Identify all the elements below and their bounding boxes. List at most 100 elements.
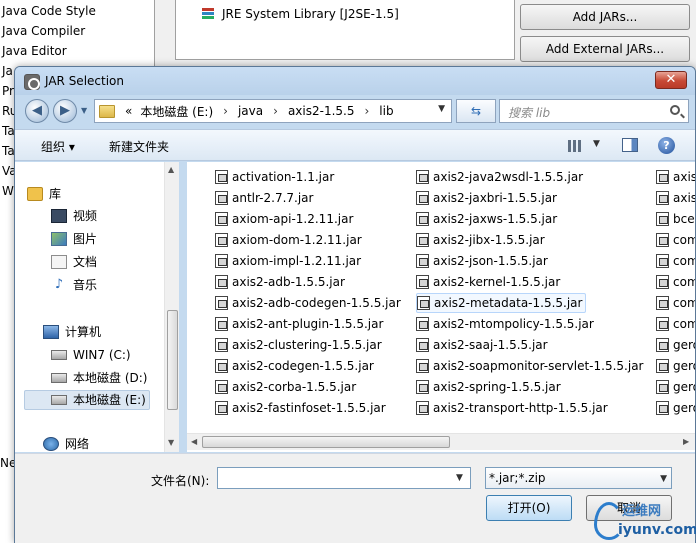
- preferences-tree-item[interactable]: Ta: [2, 122, 15, 140]
- close-button[interactable]: ✕: [655, 71, 687, 89]
- file-item[interactable]: axis2-corba-1.5.5.jar: [215, 377, 356, 397]
- nav-item-pictures[interactable]: 图片: [51, 229, 97, 249]
- preferences-tree-item[interactable]: Java Compiler: [2, 22, 85, 40]
- preferences-tree-item[interactable]: Ja: [2, 62, 13, 80]
- file-item[interactable]: axis2-jaxws-1.5.5.jar: [416, 209, 557, 229]
- file-item[interactable]: axis2-fastinfoset-1.5.5.jar: [215, 398, 386, 418]
- search-box[interactable]: 搜索 lib: [499, 99, 689, 123]
- history-dropdown-icon[interactable]: ▼: [81, 106, 91, 116]
- file-name: axis2-fastinfoset-1.5.5.jar: [232, 401, 386, 415]
- search-icon[interactable]: [670, 105, 680, 115]
- file-item[interactable]: axiom-dom-1.2.11.jar: [215, 230, 362, 250]
- file-item[interactable]: activation-1.1.jar: [215, 167, 334, 187]
- nav-item-network[interactable]: 网络: [43, 434, 89, 454]
- file-type-filter[interactable]: *.jar;*.zip ▼: [485, 467, 672, 489]
- organize-button[interactable]: 组织 ▾: [41, 138, 75, 155]
- file-item[interactable]: axis2-adb-codegen-1.5.5.jar: [215, 293, 401, 313]
- forward-arrow-icon[interactable]: ▶: [53, 99, 77, 123]
- file-item[interactable]: geror: [656, 377, 695, 397]
- scroll-right-icon[interactable]: ▶: [683, 437, 689, 446]
- file-item[interactable]: axis2-clustering-1.5.5.jar: [215, 335, 382, 355]
- view-options-icon[interactable]: [568, 140, 582, 152]
- breadcrumb-separator[interactable]: ›: [358, 104, 375, 118]
- preferences-tree-item[interactable]: W: [2, 182, 14, 200]
- file-item[interactable]: axis2-metadata-1.5.5.jar: [416, 293, 587, 313]
- dialog-titlebar[interactable]: JAR Selection ✕: [15, 67, 695, 95]
- file-item[interactable]: axis2: [656, 188, 695, 208]
- new-folder-button[interactable]: 新建文件夹: [109, 138, 169, 155]
- nav-item-documents[interactable]: 文档: [51, 252, 97, 272]
- jar-file-icon: [416, 359, 429, 373]
- jar-file-icon: [656, 296, 669, 310]
- file-item[interactable]: axis2-java2wsdl-1.5.5.jar: [416, 167, 583, 187]
- file-item[interactable]: axis2-jaxbri-1.5.5.jar: [416, 188, 557, 208]
- file-item[interactable]: geror: [656, 335, 695, 355]
- nav-item-drive-e[interactable]: 本地磁盘 (E:): [24, 390, 150, 410]
- filter-dropdown-icon[interactable]: ▼: [660, 469, 667, 489]
- breadcrumb-overflow[interactable]: «: [121, 104, 136, 118]
- file-item[interactable]: axiom-api-1.2.11.jar: [215, 209, 353, 229]
- horizontal-scrollbar[interactable]: ◀ ▶: [187, 433, 695, 450]
- nav-item-library[interactable]: 库: [27, 184, 61, 204]
- file-item[interactable]: axis2-spring-1.5.5.jar: [416, 377, 561, 397]
- file-item[interactable]: axis2-jibx-1.5.5.jar: [416, 230, 545, 250]
- filename-input[interactable]: [217, 467, 471, 489]
- file-item[interactable]: bcel-: [656, 209, 695, 229]
- nav-item-drive-c[interactable]: WIN7 (C:): [51, 345, 131, 365]
- file-item[interactable]: comr: [656, 272, 695, 292]
- file-item[interactable]: axis2-soapmonitor-servlet-1.5.5.jar: [416, 356, 643, 376]
- file-item[interactable]: axis2-ant-plugin-1.5.5.jar: [215, 314, 383, 334]
- refresh-button[interactable]: ⇆: [456, 99, 496, 123]
- nav-item-drive-d[interactable]: 本地磁盘 (D:): [51, 368, 147, 388]
- jar-file-icon: [656, 275, 669, 289]
- file-item[interactable]: axis2: [656, 167, 695, 187]
- preferences-tree-item[interactable]: Java Editor: [2, 42, 67, 60]
- file-item[interactable]: antlr-2.7.7.jar: [215, 188, 313, 208]
- file-item[interactable]: comr: [656, 293, 695, 313]
- open-button[interactable]: 打开(O): [486, 495, 572, 521]
- breadcrumb-separator[interactable]: ›: [267, 104, 284, 118]
- breadcrumb-separator[interactable]: ›: [217, 104, 234, 118]
- file-item[interactable]: comr: [656, 230, 695, 250]
- file-item[interactable]: axiom-impl-1.2.11.jar: [215, 251, 361, 271]
- file-item[interactable]: geror: [656, 356, 695, 376]
- file-item[interactable]: axis2-kernel-1.5.5.jar: [416, 272, 560, 292]
- nav-item-music[interactable]: ♪ 音乐: [51, 275, 97, 295]
- breadcrumb-axis2[interactable]: axis2-1.5.5: [284, 104, 359, 118]
- nav-item-video[interactable]: 视频: [51, 206, 97, 226]
- file-item[interactable]: comr: [656, 251, 695, 271]
- add-jars-button[interactable]: Add JARs...: [520, 4, 690, 30]
- nav-item-computer[interactable]: 计算机: [43, 322, 101, 342]
- help-icon[interactable]: ?: [658, 137, 675, 154]
- view-dropdown-icon[interactable]: ▼: [593, 139, 600, 149]
- file-name: axis2-spring-1.5.5.jar: [433, 380, 561, 394]
- breadcrumb-drive[interactable]: 本地磁盘 (E:): [136, 103, 217, 120]
- back-arrow-icon[interactable]: ◀: [25, 99, 49, 123]
- preferences-tree-item[interactable]: Pr: [2, 82, 14, 100]
- preferences-tree-item[interactable]: Ta: [2, 142, 15, 160]
- nav-scrollbar[interactable]: ▲ ▼: [164, 162, 179, 452]
- breadcrumb-lib[interactable]: lib: [375, 104, 397, 118]
- file-item[interactable]: geror: [656, 398, 695, 418]
- jre-library-entry[interactable]: JRE System Library [J2SE-1.5]: [200, 7, 399, 21]
- file-item[interactable]: axis2-codegen-1.5.5.jar: [215, 356, 374, 376]
- file-item[interactable]: axis2-saaj-1.5.5.jar: [416, 335, 548, 355]
- preview-pane-icon[interactable]: [622, 138, 638, 152]
- file-item[interactable]: axis2-mtompolicy-1.5.5.jar: [416, 314, 594, 334]
- file-item[interactable]: axis2-transport-http-1.5.5.jar: [416, 398, 608, 418]
- nav-scroll-thumb[interactable]: [167, 310, 178, 410]
- address-bar[interactable]: « 本地磁盘 (E:) › java › axis2-1.5.5 › lib ▼: [94, 99, 452, 123]
- add-external-jars-button[interactable]: Add External JARs...: [520, 36, 690, 62]
- scroll-up-icon[interactable]: ▲: [168, 165, 174, 174]
- breadcrumb-java[interactable]: java: [234, 104, 267, 118]
- address-dropdown-icon[interactable]: ▼: [438, 104, 445, 114]
- file-item[interactable]: axis2-json-1.5.5.jar: [416, 251, 548, 271]
- file-item[interactable]: axis2-adb-1.5.5.jar: [215, 272, 345, 292]
- file-item[interactable]: comr: [656, 314, 695, 334]
- horizontal-scroll-thumb[interactable]: [202, 436, 450, 448]
- filename-dropdown-icon[interactable]: ▼: [456, 473, 463, 483]
- scroll-left-icon[interactable]: ◀: [191, 437, 197, 446]
- scroll-down-icon[interactable]: ▼: [168, 438, 174, 447]
- preferences-tree-item[interactable]: Java Code Style: [2, 2, 96, 20]
- file-name: axis2-kernel-1.5.5.jar: [433, 275, 561, 289]
